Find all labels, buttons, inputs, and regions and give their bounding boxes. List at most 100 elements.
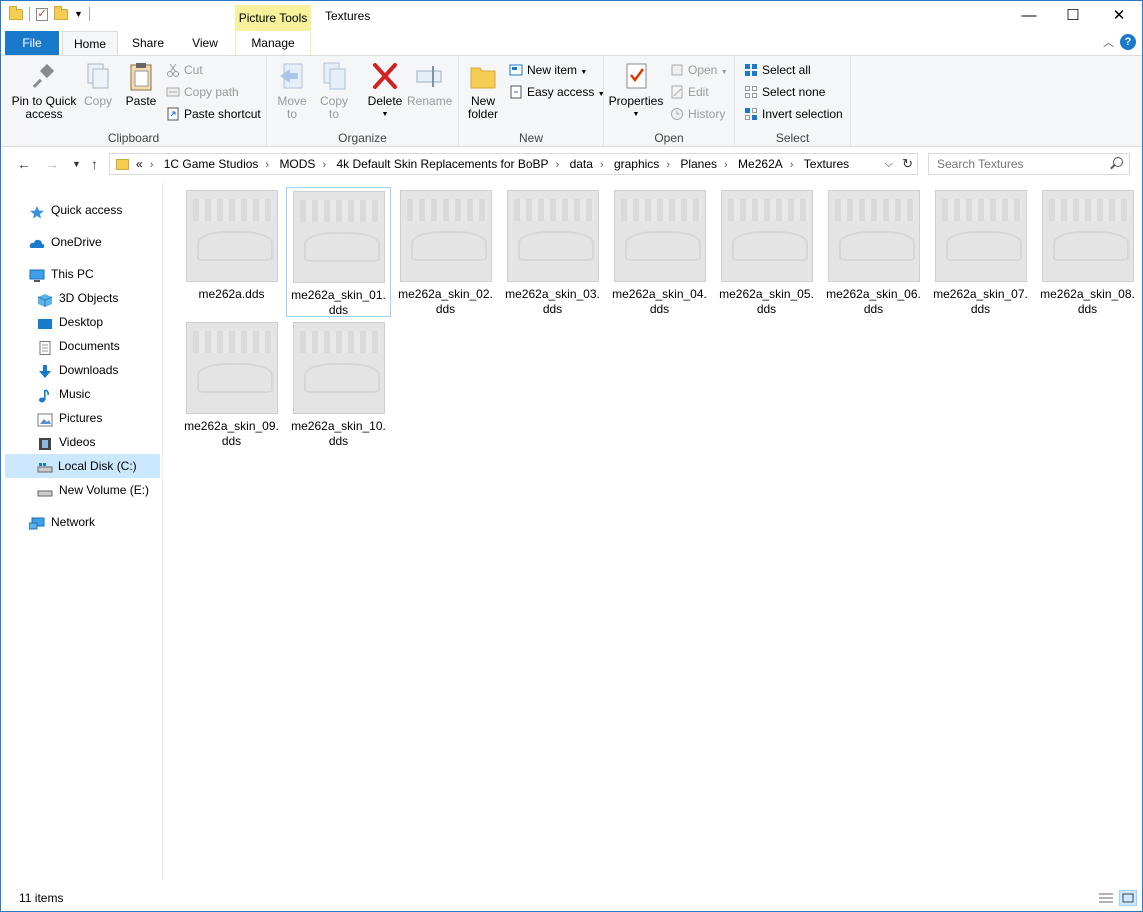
file-item[interactable]: me262a_skin_08. dds	[1035, 187, 1140, 317]
recent-locations-chevron-icon[interactable]: ▼	[72, 159, 81, 169]
sidebar-item-label: Videos	[59, 435, 96, 449]
sidebar-item-quick-access[interactable]: Quick access	[29, 198, 159, 222]
history-button[interactable]: History	[670, 104, 725, 124]
breadcrumb-item-current[interactable]: Textures	[804, 154, 849, 174]
delete-chevron-icon[interactable]: ▼	[365, 108, 405, 121]
file-item[interactable]: me262a_skin_07. dds	[928, 187, 1033, 317]
chevron-right-icon[interactable]: ›	[150, 155, 154, 175]
up-arrow-icon[interactable]: ↑	[91, 156, 98, 172]
minimize-button[interactable]: —	[1006, 1, 1052, 31]
tab-share[interactable]: Share	[121, 31, 175, 55]
sidebar-item-label: Music	[59, 387, 91, 401]
sidebar-item-pictures[interactable]: Pictures	[37, 406, 159, 430]
file-item[interactable]: me262a_skin_03. dds	[500, 187, 605, 317]
select-all-button[interactable]: Select all	[744, 60, 811, 80]
large-icons-view-icon[interactable]	[1119, 890, 1137, 906]
address-history-chevron-icon[interactable]: ⌵	[885, 154, 893, 174]
chevron-right-icon[interactable]: ›	[666, 155, 670, 175]
sidebar-item-videos[interactable]: Videos	[37, 430, 159, 454]
file-name: me262a_skin_03. dds	[505, 287, 600, 316]
breadcrumb-item[interactable]: data	[570, 154, 593, 174]
sidebar-item-network[interactable]: Network	[28, 510, 159, 534]
new-folder-button[interactable]: New folder	[463, 60, 503, 121]
edit-button[interactable]: Edit	[670, 82, 709, 102]
copy-to-button[interactable]: Copy to	[317, 60, 351, 121]
new-item-button[interactable]: New item ▼	[509, 60, 587, 80]
refresh-icon[interactable]: ↻	[902, 154, 913, 174]
help-icon[interactable]: ?	[1120, 34, 1136, 50]
collapse-ribbon-icon[interactable]: ︿	[1103, 34, 1114, 50]
file-item[interactable]: me262a_skin_01. dds	[286, 187, 391, 317]
chevron-right-icon[interactable]: ›	[556, 155, 560, 175]
chevron-right-icon[interactable]: ›	[265, 155, 269, 175]
chevron-right-icon[interactable]: ›	[322, 155, 326, 175]
breadcrumb-item[interactable]: 4k Default Skin Replacements for BoBP	[336, 154, 548, 174]
back-arrow-icon[interactable]: ←	[17, 156, 31, 172]
easy-access-button[interactable]: Easy access ▼	[509, 82, 605, 102]
file-item[interactable]: me262a_skin_10. dds	[286, 319, 391, 449]
pin-to-quick-access-button[interactable]: Pin to Quick access	[9, 60, 79, 121]
sidebar-item-onedrive[interactable]: OneDrive	[29, 230, 159, 254]
breadcrumb-item[interactable]: graphics	[614, 154, 659, 174]
sidebar-item-new-volume-e[interactable]: New Volume (E:)	[37, 478, 159, 502]
sidebar-item-local-disk-c[interactable]: Local Disk (C:)	[5, 454, 160, 478]
sidebar-item-label: New Volume (E:)	[59, 483, 150, 497]
properties-button[interactable]: Properties ▼	[608, 60, 664, 121]
close-button[interactable]: ✕	[1096, 1, 1142, 31]
select-none-button[interactable]: Select none	[744, 82, 825, 102]
copy-path-button[interactable]: Copy path	[166, 82, 239, 102]
sidebar-item-label: 3D Objects	[59, 291, 119, 305]
breadcrumb-item[interactable]: Planes	[680, 154, 717, 174]
rename-button[interactable]: Rename	[407, 60, 452, 108]
properties-checkmark-icon[interactable]: ✓	[36, 7, 48, 21]
sidebar-item-3d-objects[interactable]: 3D Objects	[37, 286, 159, 310]
customize-toolbar-chevron-icon[interactable]: ▼	[74, 9, 83, 19]
new-folder-icon[interactable]	[54, 5, 68, 20]
sidebar-item-music[interactable]: Music	[37, 382, 159, 406]
file-item[interactable]: me262a_skin_02. dds	[393, 187, 498, 317]
details-view-icon[interactable]	[1097, 890, 1115, 906]
sidebar-item-documents[interactable]: Documents	[37, 334, 159, 358]
paste-button[interactable]: Paste	[121, 60, 161, 108]
sidebar-item-this-pc[interactable]: This PC	[29, 262, 159, 286]
chevron-right-icon[interactable]: ›	[724, 155, 728, 175]
tab-home[interactable]: Home	[62, 31, 118, 56]
file-explorer-window: ✓ ▼ Picture Tools Textures — ☐ ✕ File Ho…	[0, 0, 1143, 912]
breadcrumb-item[interactable]: Me262A	[738, 154, 783, 174]
delete-button[interactable]: Delete ▼	[365, 60, 405, 121]
file-item[interactable]: me262a_skin_09. dds	[179, 319, 284, 449]
maximize-button[interactable]: ☐	[1050, 1, 1096, 31]
breadcrumb-item[interactable]: MODS	[279, 154, 315, 174]
clipboard-group: Pin to Quick access Copy Paste Cut Copy …	[1, 56, 267, 148]
breadcrumb-overflow[interactable]: «	[136, 154, 143, 174]
address-bar[interactable]: « › 1C Game Studios › MODS › 4k Default Ski…	[109, 153, 918, 175]
sidebar-item-desktop[interactable]: Desktop	[37, 310, 159, 334]
file-item[interactable]: me262a.dds	[179, 187, 284, 317]
search-input[interactable]: Search Textures	[928, 153, 1130, 175]
breadcrumb-item[interactable]: 1C Game Studios	[164, 154, 259, 174]
sidebar-item-label: Documents	[59, 339, 120, 353]
cut-button[interactable]: Cut	[166, 60, 203, 80]
tab-file[interactable]: File	[5, 31, 59, 55]
tab-view[interactable]: View	[177, 31, 233, 55]
chevron-right-icon[interactable]: ›	[600, 155, 604, 175]
new-group-label: New	[518, 131, 543, 145]
copy-button[interactable]: Copy	[81, 60, 115, 108]
sidebar-item-label: Pictures	[59, 411, 103, 425]
texture-thumbnail	[185, 322, 278, 414]
properties-chevron-icon[interactable]: ▼	[608, 108, 664, 121]
toolbar-divider	[29, 7, 30, 21]
sidebar-item-downloads[interactable]: Downloads	[37, 358, 159, 382]
forward-arrow-icon[interactable]: →	[45, 156, 59, 172]
file-item[interactable]: me262a_skin_05. dds	[714, 187, 819, 317]
open-file-icon	[670, 63, 684, 77]
search-icon[interactable]	[1113, 157, 1123, 167]
file-item[interactable]: me262a_skin_06. dds	[821, 187, 926, 317]
file-item[interactable]: me262a_skin_04. dds	[607, 187, 712, 317]
open-button[interactable]: Open ▼	[670, 60, 728, 80]
paste-shortcut-button[interactable]: Paste shortcut	[166, 104, 261, 124]
move-to-button[interactable]: Move to	[275, 60, 309, 121]
invert-selection-button[interactable]: Invert selection	[744, 104, 843, 124]
tab-manage[interactable]: Manage	[235, 31, 311, 55]
chevron-right-icon[interactable]: ›	[790, 155, 794, 175]
